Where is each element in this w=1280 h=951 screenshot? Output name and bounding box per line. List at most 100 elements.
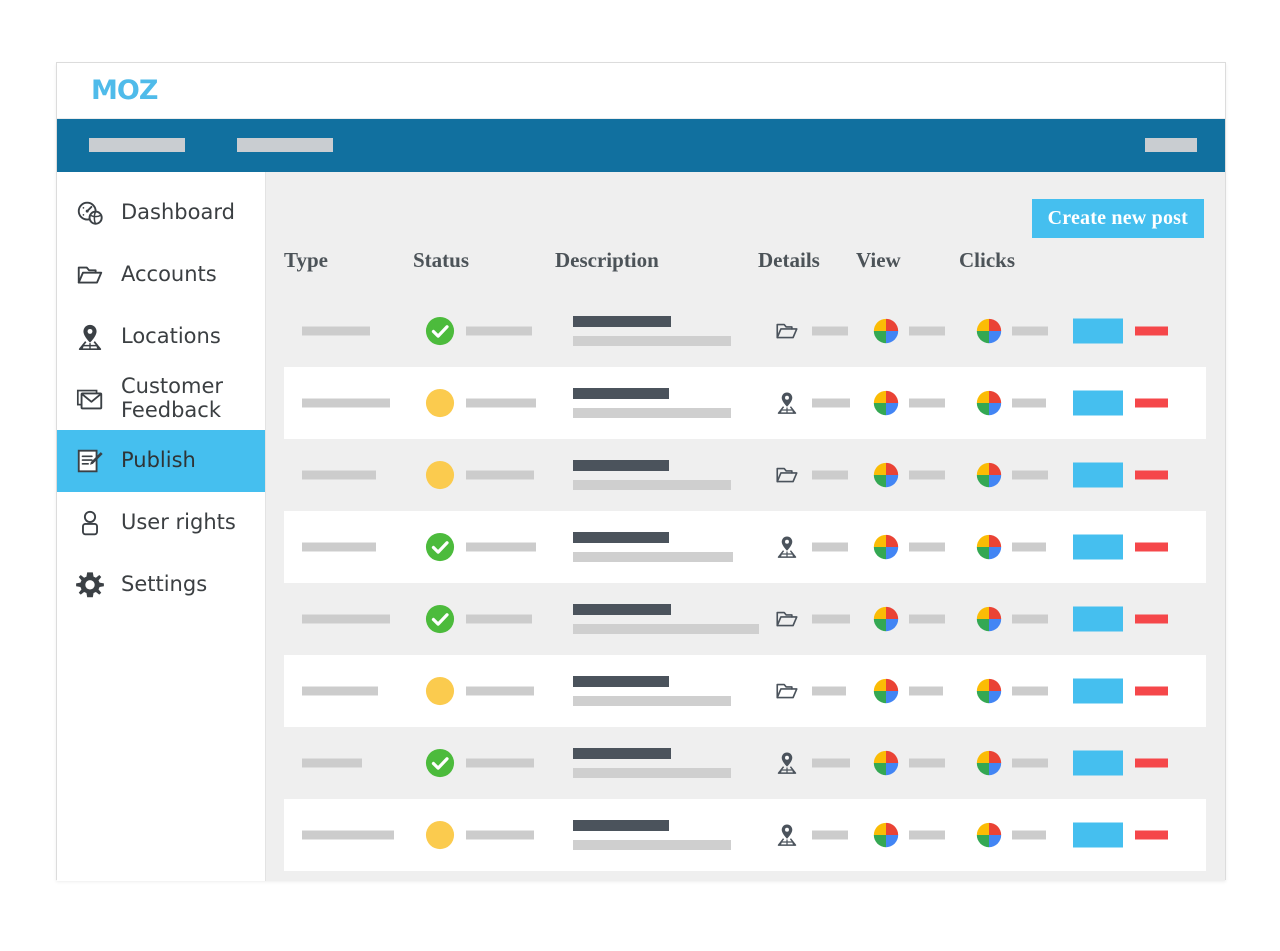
nav-item-placeholder-3[interactable]: [1145, 138, 1197, 152]
row-delete-action-button[interactable]: [1135, 542, 1168, 552]
sidebar-item-dashboard[interactable]: Dashboard: [57, 182, 265, 244]
sidebar-item-settings[interactable]: Settings: [57, 554, 265, 616]
description-body-placeholder: [573, 768, 731, 778]
clicks-pie-chart-icon[interactable]: [976, 822, 1002, 848]
clicks-pie-chart-icon[interactable]: [976, 678, 1002, 704]
status-pending-icon: [425, 676, 455, 706]
row-delete-action-button[interactable]: [1135, 470, 1168, 480]
row-primary-action-button[interactable]: [1073, 390, 1123, 416]
description-title-placeholder: [573, 532, 669, 543]
sidebar-item-label: Customer Feedback: [121, 374, 224, 422]
row-delete-action-button[interactable]: [1135, 614, 1168, 624]
row-delete-action-button[interactable]: [1135, 326, 1168, 336]
row-primary-action-button[interactable]: [1073, 822, 1123, 848]
location-pin-map-icon[interactable]: [774, 750, 800, 776]
table-row[interactable]: [284, 511, 1206, 583]
cell-details-placeholder: [812, 470, 848, 480]
table-row[interactable]: [284, 583, 1206, 655]
column-header-status[interactable]: Status: [413, 248, 469, 273]
cell-status-placeholder: [466, 542, 536, 552]
cell-description: [573, 460, 731, 490]
column-header-details[interactable]: Details: [758, 248, 820, 273]
folder-icon[interactable]: [774, 606, 800, 632]
sidebar-item-user-rights[interactable]: User rights: [57, 492, 265, 554]
cell-type-placeholder: [302, 758, 362, 768]
view-pie-chart-icon[interactable]: [873, 822, 899, 848]
row-primary-action-button[interactable]: [1073, 318, 1123, 344]
cell-description: [573, 676, 731, 706]
sidebar: Dashboard Accounts Locations Customer Feedb…: [57, 172, 266, 881]
view-pie-chart-icon[interactable]: [873, 318, 899, 344]
cell-details-placeholder: [812, 758, 850, 768]
row-delete-action-button[interactable]: [1135, 758, 1168, 768]
view-pie-chart-icon[interactable]: [873, 462, 899, 488]
dashboard-gauge-icon: [73, 196, 107, 230]
sidebar-item-locations[interactable]: Locations: [57, 306, 265, 368]
sidebar-item-publish[interactable]: Publish: [57, 430, 265, 492]
folder-icon[interactable]: [774, 462, 800, 488]
clicks-pie-chart-icon[interactable]: [976, 750, 1002, 776]
cell-type-placeholder: [302, 398, 390, 408]
nav-item-placeholder-2[interactable]: [237, 138, 333, 152]
view-pie-chart-icon[interactable]: [873, 606, 899, 632]
table-row[interactable]: [284, 367, 1206, 439]
row-delete-action-button[interactable]: [1135, 830, 1168, 840]
row-delete-action-button[interactable]: [1135, 398, 1168, 408]
clicks-pie-chart-icon[interactable]: [976, 318, 1002, 344]
column-header-type[interactable]: Type: [284, 248, 328, 273]
description-body-placeholder: [573, 336, 731, 346]
status-done-icon: [425, 532, 455, 562]
clicks-pie-chart-icon[interactable]: [976, 606, 1002, 632]
location-pin-map-icon[interactable]: [774, 390, 800, 416]
table-row[interactable]: [284, 295, 1206, 367]
create-new-post-button[interactable]: Create new post: [1031, 199, 1204, 238]
sidebar-item-accounts[interactable]: Accounts: [57, 244, 265, 306]
app-window: MOZ Dashboard Accounts Locations Customer F…: [56, 62, 1226, 881]
cell-clicks-placeholder: [1012, 470, 1048, 480]
column-header-clicks[interactable]: Clicks: [959, 248, 1015, 273]
description-title-placeholder: [573, 388, 669, 399]
clicks-pie-chart-icon[interactable]: [976, 534, 1002, 560]
cell-clicks-placeholder: [1012, 326, 1048, 336]
edit-document-icon: [73, 444, 107, 478]
nav-item-placeholder-1[interactable]: [89, 138, 185, 152]
table-row[interactable]: [284, 655, 1206, 727]
row-primary-action-button[interactable]: [1073, 678, 1123, 704]
location-pin-map-icon[interactable]: [774, 822, 800, 848]
view-pie-chart-icon[interactable]: [873, 534, 899, 560]
clicks-pie-chart-icon[interactable]: [976, 462, 1002, 488]
row-primary-action-button[interactable]: [1073, 750, 1123, 776]
cell-status-placeholder: [466, 614, 532, 624]
folder-icon[interactable]: [774, 318, 800, 344]
table-row[interactable]: [284, 727, 1206, 799]
description-title-placeholder: [573, 460, 669, 471]
table-row[interactable]: [284, 799, 1206, 871]
cell-description: [573, 316, 731, 346]
moz-logo: MOZ: [91, 75, 158, 106]
folder-icon[interactable]: [774, 678, 800, 704]
row-delete-action-button[interactable]: [1135, 686, 1168, 696]
view-pie-chart-icon[interactable]: [873, 390, 899, 416]
location-pin-map-icon[interactable]: [774, 534, 800, 560]
sidebar-item-customer-feedback[interactable]: Customer Feedback: [57, 368, 265, 430]
view-pie-chart-icon[interactable]: [873, 750, 899, 776]
cell-type-placeholder: [302, 830, 394, 840]
cell-view-placeholder: [909, 614, 945, 624]
cell-description: [573, 532, 733, 562]
column-header-view[interactable]: View: [856, 248, 901, 273]
sidebar-item-label: Dashboard: [121, 200, 235, 225]
status-done-icon: [425, 316, 455, 346]
clicks-pie-chart-icon[interactable]: [976, 390, 1002, 416]
description-title-placeholder: [573, 676, 669, 687]
cell-view-placeholder: [909, 542, 945, 552]
description-body-placeholder: [573, 624, 759, 634]
description-title-placeholder: [573, 316, 671, 327]
table-row[interactable]: [284, 439, 1206, 511]
row-primary-action-button[interactable]: [1073, 534, 1123, 560]
row-primary-action-button[interactable]: [1073, 462, 1123, 488]
view-pie-chart-icon[interactable]: [873, 678, 899, 704]
row-primary-action-button[interactable]: [1073, 606, 1123, 632]
column-header-description[interactable]: Description: [555, 248, 659, 273]
folder-icon: [73, 258, 107, 292]
brand-bar: MOZ: [57, 63, 1225, 119]
